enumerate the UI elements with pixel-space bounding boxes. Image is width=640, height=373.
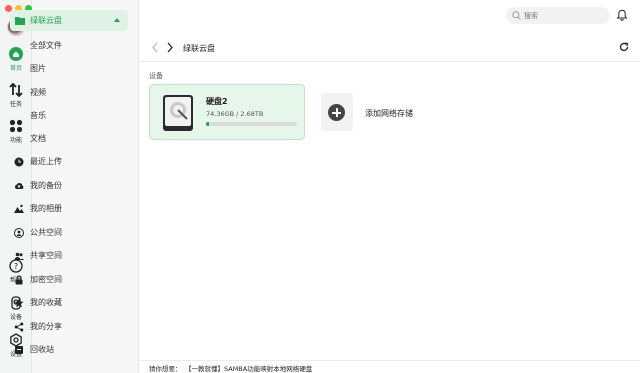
plus-icon (328, 104, 345, 121)
sidebar-item-label: 加密空间 (30, 275, 62, 284)
rail-home[interactable]: 首页 (0, 47, 32, 72)
home-icon (9, 47, 23, 61)
bell-icon[interactable] (616, 9, 628, 21)
main-panel: 绿联云盘 设备 硬盘2 74.36GB / 2.68TB 添加网络存储 猜你想要… (139, 0, 640, 373)
rail-device-label: 设备 (9, 314, 22, 321)
disk-usage-fill (206, 122, 209, 126)
rail-tasks-label: 任务 (9, 101, 22, 108)
sidebar-item-videos[interactable]: 视频 (30, 87, 46, 98)
suggestion-prefix: 猜你想要： (149, 365, 182, 373)
search-box[interactable] (506, 7, 610, 24)
sidebar-item-label: 公共空间 (30, 228, 62, 237)
sidebar-header-label: 绿联云盘 (30, 16, 62, 25)
sidebar-item-trash[interactable]: 回收站 (14, 344, 54, 355)
help-icon: ? (9, 259, 23, 273)
apps-grid-icon (9, 119, 23, 133)
suggestion-bar: 猜你想要： 【一教就懂】SAMBA功能映射本地网络硬盘 (139, 360, 640, 373)
suggestion-link[interactable]: 【一教就懂】SAMBA功能映射本地网络硬盘 (185, 363, 312, 373)
trash-icon (15, 345, 23, 354)
caret-up-icon[interactable] (114, 18, 120, 22)
sidebar-item-label: 我的分享 (30, 322, 62, 331)
breadcrumb: 绿联云盘 (183, 44, 215, 53)
users-icon (14, 227, 24, 238)
sidebar-item-label: 最近上传 (30, 157, 62, 166)
sidebar-item-favorites[interactable]: 我的收藏 (14, 297, 62, 308)
mountain-icon (14, 204, 24, 213)
disk-usage-bar (206, 122, 297, 126)
sidebar-item-documents[interactable]: 文档 (30, 133, 46, 144)
rail-functions-label: 功能 (9, 137, 22, 144)
sidebar-item-label: 我的备份 (30, 181, 62, 190)
add-network-storage-button[interactable] (321, 93, 353, 131)
sidebar-item-label: 共享空间 (30, 251, 62, 260)
sidebar-item-photos[interactable]: 图片 (30, 63, 46, 74)
sidebar-item-label: 我的相册 (30, 204, 62, 213)
sidebar-item-shared-space[interactable]: 共享空间 (14, 250, 62, 261)
sidebar-item-my-shares[interactable]: 我的分享 (14, 321, 62, 332)
sidebar-item-all-files[interactable]: 全部文件 (30, 40, 62, 51)
sidebar-item-recent-uploads[interactable]: 最近上传 (14, 156, 62, 167)
refresh-icon[interactable] (619, 42, 629, 52)
search-input[interactable] (524, 9, 604, 22)
sidebar-item-public-space[interactable]: 公共空间 (14, 227, 62, 238)
sidebar-cloud-drive-header[interactable]: 绿联云盘 (10, 10, 128, 31)
disk-name: 硬盘2 (206, 97, 228, 106)
back-arrow-icon[interactable] (151, 42, 159, 53)
disk-card[interactable]: 硬盘2 74.36GB / 2.68TB (149, 84, 305, 140)
sidebar-item-encrypted-space[interactable]: 加密空间 (14, 274, 62, 285)
section-title: 设备 (149, 72, 163, 80)
rail-home-label: 首页 (9, 65, 22, 72)
folder-icon (15, 17, 25, 25)
add-network-storage-label[interactable]: 添加网络存储 (365, 108, 413, 119)
sidebar-item-my-backup[interactable]: 我的备份 (14, 180, 62, 191)
rail-functions[interactable]: 功能 (0, 119, 32, 144)
sidebar-item-label: 我的收藏 (30, 298, 62, 307)
sidebar-item-label: 回收站 (30, 345, 54, 354)
sidebar-item-my-album[interactable]: 我的相册 (14, 203, 62, 214)
disk-capacity: 74.36GB / 2.68TB (206, 110, 264, 118)
search-icon (512, 11, 521, 20)
clock-icon (14, 157, 24, 166)
cloud-upload-icon (15, 182, 24, 189)
rail-tasks[interactable]: 任务 (0, 83, 32, 108)
forward-arrow-icon[interactable] (166, 42, 174, 53)
sidebar-item-music[interactable]: 音乐 (30, 110, 46, 121)
svg-text:?: ? (14, 262, 18, 271)
star-icon (14, 298, 24, 307)
toolbar: 绿联云盘 (139, 34, 640, 62)
share-icon (14, 322, 24, 331)
group-icon (14, 252, 24, 260)
lock-icon (15, 274, 23, 284)
transfer-icon (9, 83, 23, 97)
hard-drive-icon (163, 95, 193, 131)
